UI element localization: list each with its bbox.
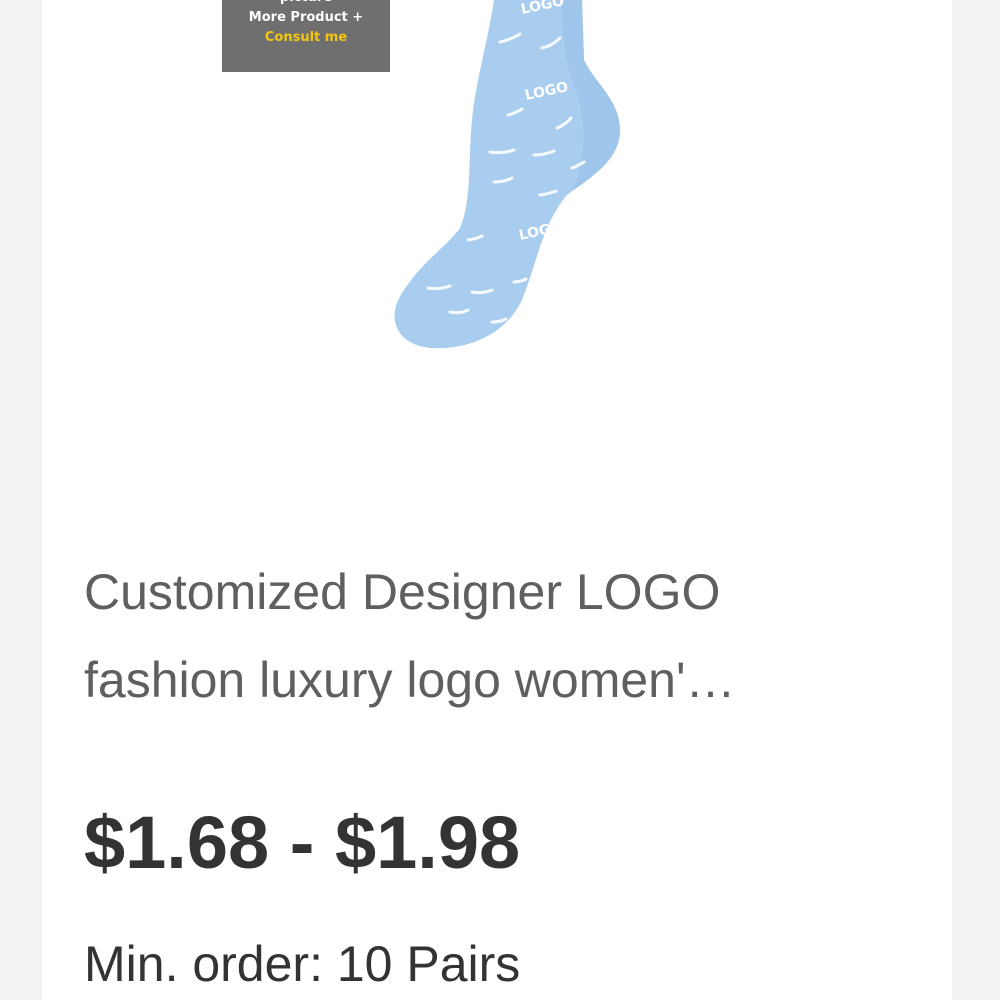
promo-badge-line: More Product + [248, 10, 364, 25]
product-title-line: fashion luxury logo women'… [84, 652, 736, 708]
promo-badge-line: picture [222, 0, 390, 8]
price-range: $1.68 - $1.98 [84, 801, 521, 884]
min-order: Min. order: 10 Pairs [84, 936, 521, 992]
product-title-line: Customized Designer LOGO [84, 564, 721, 620]
promo-badge-consult[interactable]: Consult me [222, 28, 390, 48]
promo-badge[interactable]: picture More Product + Consult me [222, 0, 390, 72]
product-card[interactable]: LOGO LOGO LOGO picture More Product + Co… [42, 0, 952, 1000]
product-title[interactable]: Customized Designer LOGO fashion luxury … [84, 548, 914, 724]
